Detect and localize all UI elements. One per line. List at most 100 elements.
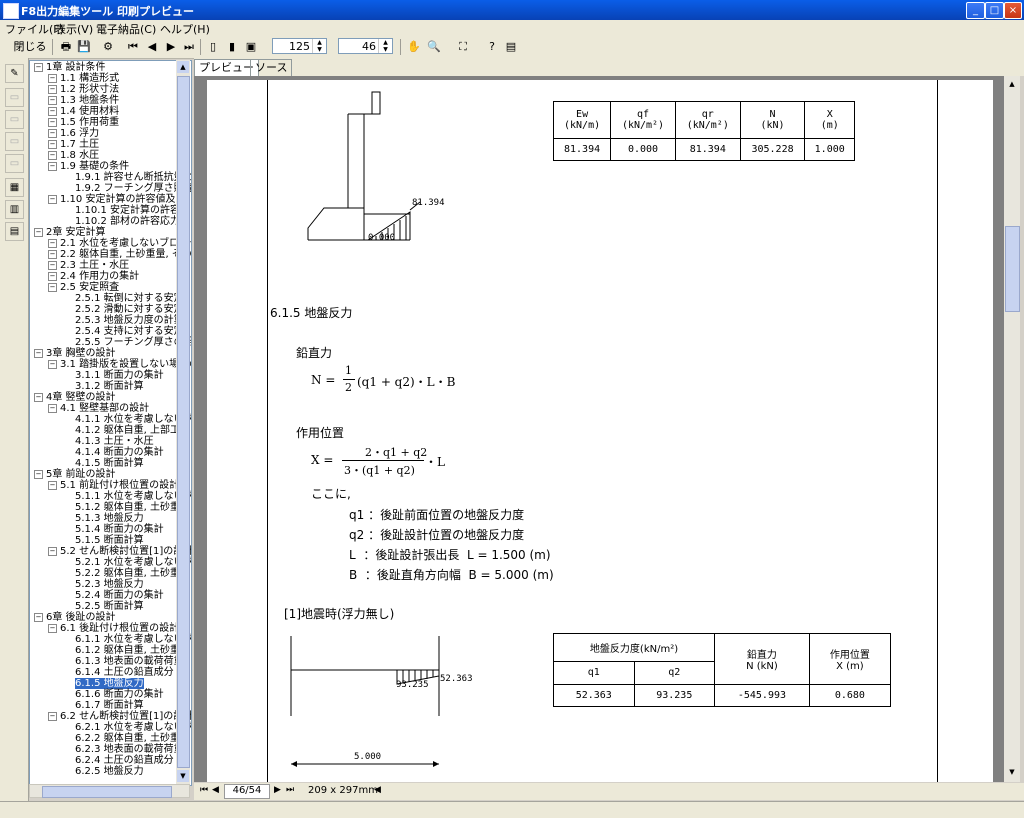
page-input[interactable]: 46 ▲ ▼ (338, 38, 393, 54)
prev-page-small-icon[interactable]: ◀ (212, 785, 219, 795)
collapse-icon[interactable]: − (48, 74, 57, 83)
collapse-icon[interactable]: − (34, 470, 43, 479)
tree-item[interactable]: 1.9.1 許容せん断抵抗量と (75, 172, 191, 183)
tree-item[interactable]: 1.8 水圧 (60, 150, 99, 161)
tree-item[interactable]: 1.7 土圧 (60, 139, 99, 150)
tree-item[interactable]: 6章 後趾の設計 (46, 612, 116, 623)
tree-item[interactable]: 6.2.1 水位を考慮しないブ (75, 722, 191, 733)
page-stepper-icon[interactable]: ▲ ▼ (378, 39, 392, 53)
menu-help[interactable]: ヘルプ(H) (160, 21, 210, 37)
tree-item[interactable]: 6.1.4 土圧の鉛直成分 (75, 667, 174, 678)
info-icon[interactable]: ▤ (503, 39, 519, 55)
tree-item[interactable]: 2.5.3 地盤反力度の計算 (75, 315, 184, 326)
tree-item[interactable]: 2.5.5 フーチング厚さの照 (75, 337, 191, 348)
tree-item[interactable]: 1.5 作用荷重 (60, 117, 119, 128)
tree-item[interactable]: 1.3 地盤条件 (60, 95, 119, 106)
collapse-icon[interactable]: − (48, 404, 57, 413)
tree-item[interactable]: 1.9.2 フーチング厚さ照査 (75, 183, 191, 194)
tree-item[interactable]: 5.2.3 地盤反力 (75, 579, 144, 590)
tree-item[interactable]: 2.5.1 転倒に対する安定 (75, 293, 184, 304)
tree-item[interactable]: 6.1.5 地盤反力 (75, 678, 144, 689)
tree-item[interactable]: 4.1.4 断面力の集計 (75, 447, 164, 458)
collapse-icon[interactable]: − (48, 250, 57, 259)
tool-icon[interactable]: ▭ (5, 154, 24, 173)
tree-item[interactable]: 3.1.1 断面力の集計 (75, 370, 164, 381)
magnifier-icon[interactable]: 🔍 (426, 39, 442, 55)
tree-item[interactable]: 6.1 後趾付け根位置の設計 (60, 623, 179, 634)
menu-electronic-delivery[interactable]: 電子納品(C) (96, 21, 156, 37)
close-button[interactable]: 閉じる (10, 39, 50, 55)
document-icon[interactable]: ▤ (5, 222, 24, 241)
tree-item[interactable]: 6.2.2 躯体自重, 土砂重量 (75, 733, 190, 744)
collapse-icon[interactable]: − (34, 63, 43, 72)
tree-item[interactable]: 6.1.7 断面計算 (75, 700, 144, 711)
maximize-button[interactable]: □ (985, 2, 1004, 19)
tree-item[interactable]: 5.1.4 断面力の集計 (75, 524, 164, 535)
collapse-icon[interactable]: − (48, 85, 57, 94)
tree-item[interactable]: 1章 設計条件 (46, 62, 106, 73)
collapse-icon[interactable]: − (48, 96, 57, 105)
collapse-icon[interactable]: − (48, 283, 57, 292)
prev-page-icon[interactable]: ◀ (145, 39, 159, 55)
tree-item[interactable]: 3.1 踏掛版を設置しない場合の (60, 359, 191, 370)
tree-item[interactable]: 6.1.2 躯体自重, 土砂重量 (75, 645, 190, 656)
collapse-icon[interactable]: − (48, 712, 57, 721)
minimize-button[interactable]: _ (966, 2, 985, 19)
first-page-icon[interactable]: ⏮ (126, 39, 140, 55)
collapse-icon[interactable]: − (34, 349, 43, 358)
tree-item[interactable]: 5.1.5 断面計算 (75, 535, 144, 546)
tree-item[interactable]: 2章 安定計算 (46, 227, 106, 238)
tree-horizontal-scrollbar[interactable] (29, 784, 190, 798)
tree-item[interactable]: 6.1.6 断面力の集計 (75, 689, 164, 700)
tree-item[interactable]: 5.2 せん断検討位置[1]の設計 (60, 546, 191, 557)
tree-item[interactable]: 2.5.4 支持に対する安定 (75, 326, 184, 337)
save-icon[interactable]: 💾 (76, 39, 92, 55)
first-page-small-icon[interactable]: ⏮ (200, 785, 208, 795)
collapse-icon[interactable]: − (48, 624, 57, 633)
zoom-input[interactable]: 125 ▲ ▼ (272, 38, 327, 54)
tool-icon[interactable]: ▭ (5, 110, 24, 129)
tree-item[interactable]: 4.1.5 断面計算 (75, 458, 144, 469)
tree-item[interactable]: 1.10.2 部材の許容応力度 (75, 216, 190, 227)
tree-item[interactable]: 1.10 安定計算の許容値及び (60, 194, 185, 205)
tree-vertical-scrollbar[interactable]: ▲ ▼ (176, 60, 190, 784)
tree-item[interactable]: 2.5.2 滑動に対する安定 (75, 304, 184, 315)
tree-item[interactable]: 5.2.2 躯体自重, 土砂重量 (75, 568, 190, 579)
hand-icon[interactable]: ✋ (406, 39, 422, 55)
tree-item[interactable]: 3章 胸壁の設計 (46, 348, 116, 359)
tree-item[interactable]: 4.1.2 躯体自重, 上部工反 (75, 425, 190, 436)
tree-item[interactable]: 1.2 形状寸法 (60, 84, 119, 95)
tree-item[interactable]: 4.1.3 土圧・水圧 (75, 436, 154, 447)
tree-item[interactable]: 6.1.3 地表面の載荷荷重 (75, 656, 184, 667)
tree-item[interactable]: 6.2.3 地表面の載荷荷重 (75, 744, 184, 755)
collapse-icon[interactable]: − (48, 261, 57, 270)
collapse-icon[interactable]: − (48, 162, 57, 171)
collapse-icon[interactable]: − (34, 613, 43, 622)
zoom-stepper-icon[interactable]: ▲ ▼ (312, 39, 326, 53)
tree-item[interactable]: 2.2 躯体自重, 土砂重量, その (60, 249, 191, 260)
tree-item[interactable]: 5.2.5 断面計算 (75, 601, 144, 612)
tree-item[interactable]: 6.2.4 土圧の鉛直成分 (75, 755, 174, 766)
last-page-icon[interactable]: ⏭ (182, 39, 196, 55)
tree-item[interactable]: 1.6 浮力 (60, 128, 99, 139)
tree-item[interactable]: 5.1.3 地盤反力 (75, 513, 144, 524)
tree-item[interactable]: 2.1 水位を考慮しないブロック (60, 238, 191, 249)
close-window-button[interactable]: × (1004, 2, 1022, 19)
collapse-icon[interactable]: − (48, 107, 57, 116)
layout-icon[interactable]: ▥ (5, 200, 24, 219)
collapse-icon[interactable]: − (48, 547, 57, 556)
collapse-icon[interactable]: − (48, 140, 57, 149)
next-page-small-icon[interactable]: ▶ (274, 785, 281, 795)
collapse-icon[interactable]: − (48, 129, 57, 138)
tree-item[interactable]: 5.2.4 断面力の集計 (75, 590, 164, 601)
tree-item[interactable]: 4章 竪壁の設計 (46, 392, 116, 403)
menu-view[interactable]: 表示(V) (55, 21, 93, 37)
collapse-icon[interactable]: − (48, 151, 57, 160)
multi-page-icon[interactable]: ▣ (244, 39, 258, 55)
print-icon[interactable]: 🖶 (58, 39, 74, 55)
tree-item[interactable]: 6.2 せん断検討位置[1]の設計 (60, 711, 191, 722)
tree-item[interactable]: 3.1.2 断面計算 (75, 381, 144, 392)
scroll-left-icon[interactable]: ◀ (374, 785, 381, 795)
tree-item[interactable]: 2.5 安定照査 (60, 282, 119, 293)
tree-item[interactable]: 2.3 土圧・水圧 (60, 260, 129, 271)
